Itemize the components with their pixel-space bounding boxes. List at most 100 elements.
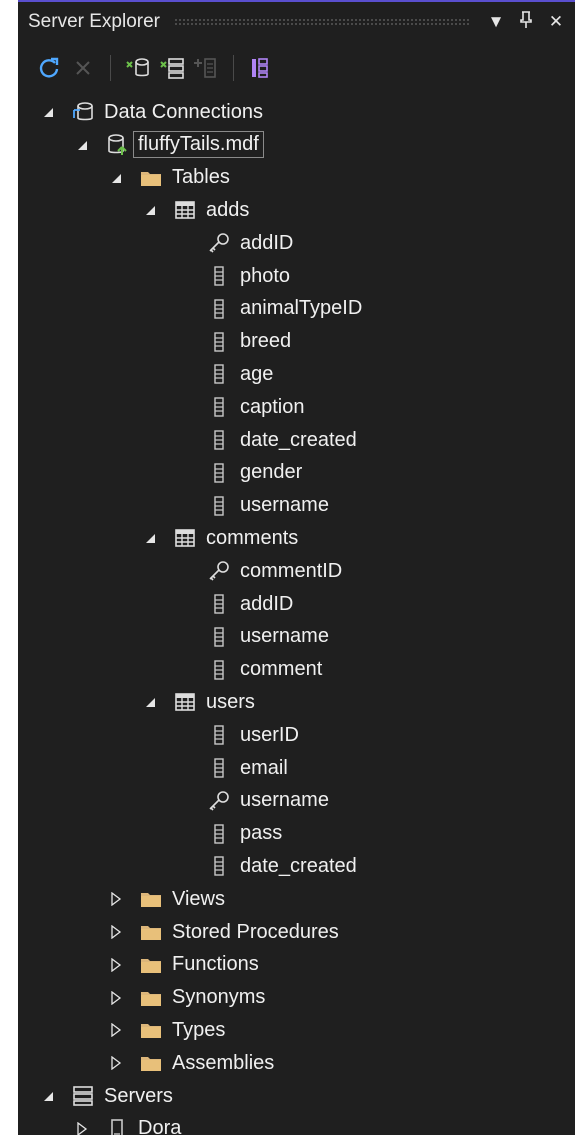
expanded-arrow-icon[interactable]: [140, 696, 160, 708]
tree-node-label: Dora: [138, 1117, 182, 1135]
tree-node-label: username: [240, 494, 329, 517]
expanded-arrow-icon[interactable]: [106, 172, 126, 184]
tree-node[interactable]: commentID: [18, 555, 575, 587]
title-bar: Server Explorer ▼ ✕: [18, 2, 575, 42]
collapsed-arrow-icon[interactable]: [72, 1121, 92, 1135]
stop-icon[interactable]: [66, 51, 100, 85]
tree-node-label: Functions: [172, 953, 259, 976]
server-explorer-panel: Server Explorer ▼ ✕ Data Connections fluf…: [0, 0, 575, 1135]
tree-node[interactable]: breed: [18, 326, 575, 358]
database-icon: [104, 132, 130, 158]
tree-node[interactable]: username: [18, 490, 575, 522]
tree-node-label: Types: [172, 1018, 226, 1041]
drag-grip[interactable]: [174, 18, 471, 26]
folder-icon: [138, 165, 164, 191]
tree-node[interactable]: Synonyms: [18, 982, 575, 1014]
column-icon: [206, 755, 232, 781]
pin-icon[interactable]: [515, 10, 537, 34]
toolbar-separator: [110, 55, 111, 81]
tree-node[interactable]: Dora: [18, 1113, 575, 1135]
primary-key-icon: [206, 230, 232, 256]
tree-node-label: addID: [240, 231, 294, 254]
tree-node[interactable]: Stored Procedures: [18, 916, 575, 948]
tree-node[interactable]: userID: [18, 719, 575, 751]
connect-to-database-icon[interactable]: [121, 51, 155, 85]
tree-node-label: caption: [240, 395, 305, 418]
dropdown-arrow-icon[interactable]: ▼: [485, 12, 507, 32]
tree-node[interactable]: date_created: [18, 850, 575, 882]
column-icon: [206, 591, 232, 617]
tree-node[interactable]: date_created: [18, 424, 575, 456]
tree-node[interactable]: Tables: [18, 162, 575, 194]
column-icon: [206, 821, 232, 847]
tree-node-label: Data Connections: [104, 100, 263, 123]
tree-node[interactable]: gender: [18, 457, 575, 489]
tree-node-label: date_created: [240, 428, 357, 451]
expanded-arrow-icon[interactable]: [38, 106, 58, 118]
tree-node[interactable]: comments: [18, 522, 575, 554]
tree-node[interactable]: animalTypeID: [18, 293, 575, 325]
tree-node[interactable]: email: [18, 752, 575, 784]
collapsed-arrow-icon[interactable]: [106, 925, 126, 939]
folder-icon: [138, 952, 164, 978]
tree-node-label: userID: [240, 723, 299, 746]
folder-icon: [138, 886, 164, 912]
tree-node[interactable]: comment: [18, 654, 575, 686]
tree-node[interactable]: Types: [18, 1014, 575, 1046]
collapsed-arrow-icon[interactable]: [106, 1023, 126, 1038]
column-icon: [206, 361, 232, 387]
tree-node[interactable]: photo: [18, 260, 575, 292]
column-icon: [206, 394, 232, 420]
tree-node[interactable]: Servers: [18, 1080, 575, 1112]
collapsed-arrow-icon[interactable]: [106, 892, 126, 907]
table-icon: [172, 689, 198, 715]
collapsed-arrow-icon[interactable]: [106, 1056, 126, 1071]
tree-node[interactable]: Views: [18, 883, 575, 915]
refresh-icon[interactable]: [32, 51, 66, 85]
tree-node-label: animalTypeID: [240, 297, 363, 320]
tree-node[interactable]: caption: [18, 391, 575, 423]
tree-node-label: adds: [206, 198, 250, 221]
column-icon: [206, 296, 232, 322]
close-icon[interactable]: ✕: [545, 12, 567, 32]
column-icon: [206, 722, 232, 748]
tree-node-label: comments: [206, 526, 299, 549]
tree-node[interactable]: pass: [18, 818, 575, 850]
filter-icon[interactable]: [244, 51, 278, 85]
collapsed-arrow-icon[interactable]: [106, 990, 126, 1005]
add-sharepoint-connection-icon[interactable]: [189, 51, 223, 85]
tree-node[interactable]: Data Connections: [18, 96, 575, 128]
collapsed-arrow-icon[interactable]: [106, 957, 126, 972]
expanded-arrow-icon[interactable]: [38, 1090, 58, 1102]
connect-to-server-icon[interactable]: [155, 51, 189, 85]
tree-node[interactable]: fluffyTails.mdf: [18, 129, 575, 161]
tree-node-label: date_created: [240, 854, 357, 877]
tree-node-label: Servers: [104, 1084, 173, 1107]
tree-node[interactable]: username: [18, 621, 575, 653]
tree-node[interactable]: Functions: [18, 949, 575, 981]
primary-key-icon: [206, 788, 232, 814]
expanded-arrow-icon[interactable]: [140, 204, 160, 216]
tree-node[interactable]: username: [18, 785, 575, 817]
tree-node[interactable]: addID: [18, 227, 575, 259]
servers-icon: [70, 1083, 96, 1109]
tree-node-label: users: [206, 690, 255, 713]
tree-node-label: photo: [240, 264, 291, 287]
column-icon: [206, 624, 232, 650]
folder-icon: [138, 1050, 164, 1076]
expanded-arrow-icon[interactable]: [140, 532, 160, 544]
tree-node[interactable]: users: [18, 686, 575, 718]
tree-node[interactable]: Assemblies: [18, 1047, 575, 1079]
column-icon: [206, 460, 232, 486]
tree-node[interactable]: adds: [18, 194, 575, 226]
tree-node[interactable]: addID: [18, 588, 575, 620]
folder-icon: [138, 985, 164, 1011]
tree-node-label: Stored Procedures: [172, 920, 339, 943]
tree-node[interactable]: age: [18, 358, 575, 390]
tree-node-label: fluffyTails.mdf: [133, 131, 264, 159]
tree-node-label: username: [240, 789, 329, 812]
tree-node-label: Assemblies: [172, 1051, 275, 1074]
toolbar: [18, 46, 575, 90]
toolbar-separator: [233, 55, 234, 81]
expanded-arrow-icon[interactable]: [72, 139, 92, 151]
